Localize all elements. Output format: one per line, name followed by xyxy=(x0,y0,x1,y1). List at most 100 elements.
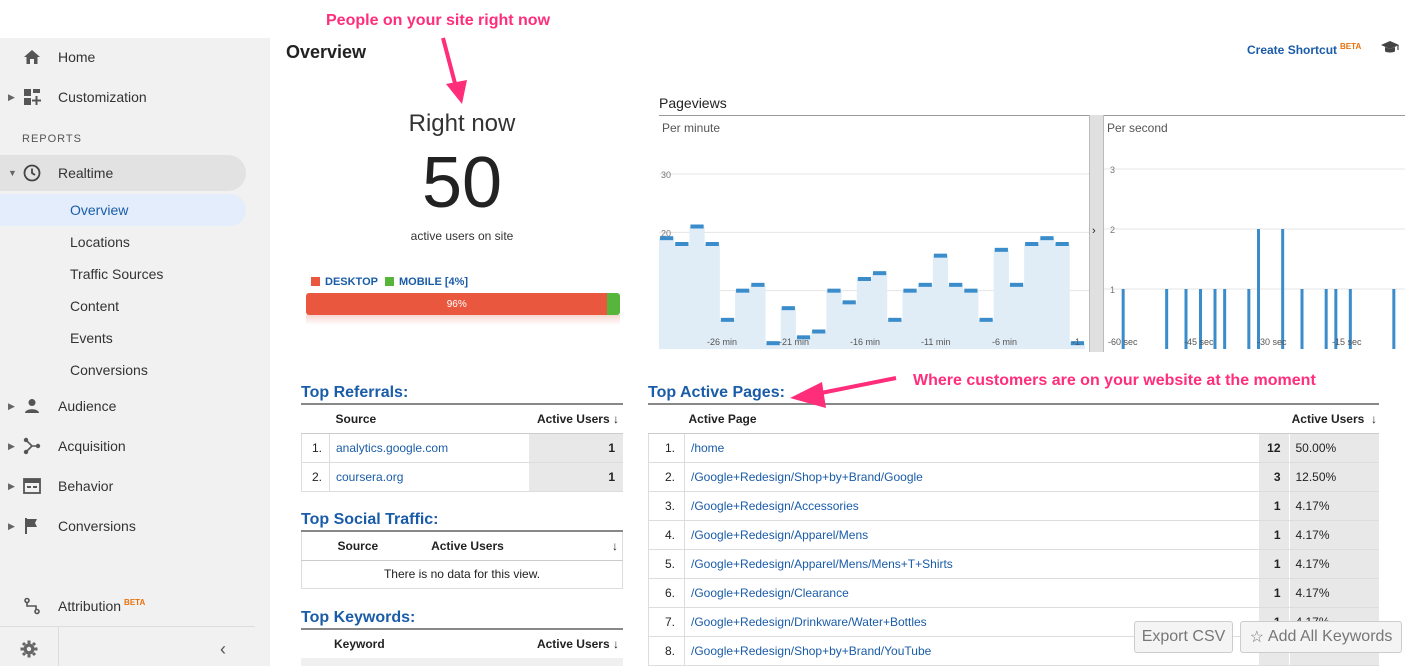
chart-splitter[interactable]: › xyxy=(1089,115,1104,352)
sidebar-subitem-overview[interactable]: Overview xyxy=(0,194,246,226)
sort-arrow-icon: ↓ xyxy=(1371,411,1377,426)
per-second-bar xyxy=(1247,289,1251,349)
create-shortcut-link[interactable]: Create Shortcut BETA xyxy=(1247,42,1361,57)
page-link[interactable]: /Google+Redesign/Apparel/Mens/Mens+T+Shi… xyxy=(684,549,1259,579)
dashboard-icon xyxy=(22,87,42,107)
table-header-row: Source Active Users ↓ xyxy=(301,532,623,561)
table-row: 4./Google+Redesign/Apparel/Mens 1 4.17% xyxy=(648,520,1379,550)
sidebar-item-conversions[interactable]: ▶ Conversions xyxy=(0,508,246,544)
column-active-users[interactable]: Active Users xyxy=(431,532,599,561)
sidebar-item-label: Acquisition xyxy=(58,438,126,454)
x-tick-label: -30 sec xyxy=(1257,337,1287,347)
legend-mobile: MOBILE [4%] xyxy=(385,276,468,288)
sidebar-subitem-content[interactable]: Content xyxy=(0,290,246,322)
sidebar-item-acquisition[interactable]: ▶ Acquisition xyxy=(0,428,246,464)
person-icon xyxy=(22,396,42,416)
clock-icon xyxy=(22,163,42,183)
page-link[interactable]: /Google+Redesign/Apparel/Mens xyxy=(684,520,1259,550)
header-num xyxy=(301,532,338,561)
row-number: 8. xyxy=(648,636,685,666)
chevron-right-icon: ▶ xyxy=(8,440,15,451)
page-link[interactable]: /home xyxy=(684,433,1259,463)
gear-icon[interactable] xyxy=(20,640,38,663)
column-active-users[interactable]: Active Users ↓ xyxy=(441,630,623,659)
table-row: 1. analytics.google.com 1 xyxy=(301,433,623,463)
active-users-percent: 4.17% xyxy=(1289,491,1379,521)
graduation-cap-icon[interactable] xyxy=(1380,40,1400,61)
desktop-swatch xyxy=(311,277,320,286)
x-tick-label: -15 sec xyxy=(1332,337,1362,347)
top-keywords-title: Top Keywords: xyxy=(301,609,416,626)
per-second-chart: Per second 3 2 1 -60 sec -45 sec -30 sec -15 s… xyxy=(1104,115,1405,352)
row-number: 2. xyxy=(301,462,330,492)
reports-heading: REPORTS xyxy=(22,133,82,145)
sidebar-subitem-traffic-sources[interactable]: Traffic Sources xyxy=(0,258,246,290)
page-link[interactable]: /Google+Redesign/Clearance xyxy=(684,578,1259,608)
empty-message: There is no data for this view. xyxy=(301,560,623,589)
desktop-share-fill: 96% xyxy=(306,293,608,315)
per-minute-svg: 302010-26 min-21 min-16 min-11 min-6 min… xyxy=(659,170,1089,349)
sidebar-subitem-label: Locations xyxy=(70,234,130,250)
x-tick-label: -21 min xyxy=(779,337,809,347)
attribution-icon xyxy=(22,596,42,616)
sort-arrow-icon[interactable]: ↓ xyxy=(598,532,623,561)
beta-badge: BETA xyxy=(1340,42,1362,51)
table-row: 1./home 12 50.00% xyxy=(648,433,1379,463)
collapse-chevron-icon[interactable]: ‹ xyxy=(220,639,226,660)
x-tick-label: -11 min xyxy=(921,337,950,347)
chevron-right-icon: ▶ xyxy=(8,480,15,491)
active-users-percent: 12.50% xyxy=(1289,462,1379,492)
table-row: 2. coursera.org 1 xyxy=(301,462,623,492)
sidebar-item-attribution[interactable]: Attribution BETA xyxy=(0,588,246,624)
top-referrals-title: Top Referrals: xyxy=(301,384,409,401)
per-minute-point xyxy=(933,253,948,258)
column-active-page[interactable]: Active Page xyxy=(684,405,1259,434)
sidebar-item-behavior[interactable]: ▶ Behavior xyxy=(0,468,246,504)
per-minute-point xyxy=(873,271,887,276)
sidebar-item-audience[interactable]: ▶ Audience xyxy=(0,388,246,424)
row-number: 7. xyxy=(648,607,685,637)
per-minute-point xyxy=(1009,282,1024,287)
right-now-title: Right now xyxy=(408,110,516,137)
column-keyword[interactable]: Keyword xyxy=(334,630,442,659)
table-row: 6./Google+Redesign/Clearance 1 4.17% xyxy=(648,578,1379,608)
active-users-value: 1 xyxy=(529,433,623,463)
sidebar: Home ▶ Customization REPORTS ▼ Realtime … xyxy=(0,38,270,666)
per-minute-point xyxy=(827,288,841,293)
top-keywords-table: Keyword Active Users ↓ xyxy=(301,630,623,659)
star-icon: ☆ xyxy=(1249,629,1264,646)
create-shortcut-label: Create Shortcut xyxy=(1247,43,1338,57)
source-link[interactable]: coursera.org xyxy=(329,462,529,492)
legend-mobile-label: MOBILE [4%] xyxy=(399,276,469,288)
column-source[interactable]: Source xyxy=(337,532,432,561)
mobile-swatch xyxy=(385,277,394,286)
sidebar-subitem-events[interactable]: Events xyxy=(0,322,246,354)
column-label: Active Users xyxy=(536,636,610,651)
sidebar-item-customization[interactable]: ▶ Customization xyxy=(0,79,246,115)
source-link[interactable]: analytics.google.com xyxy=(329,433,529,463)
sidebar-item-home[interactable]: Home xyxy=(0,39,246,75)
sidebar-subitem-locations[interactable]: Locations xyxy=(0,226,246,258)
column-source[interactable]: Source xyxy=(329,405,529,434)
page-link[interactable]: /Google+Redesign/Accessories xyxy=(684,491,1259,521)
header-num xyxy=(301,405,330,434)
per-minute-chart: Per minute 302010-26 min-21 min-16 min-1… xyxy=(659,115,1089,352)
sidebar-subitem-conversions[interactable]: Conversions xyxy=(0,354,246,386)
column-label: Active Users xyxy=(536,411,610,426)
add-all-keywords-button[interactable]: ☆ Add All Keywords xyxy=(1240,621,1402,653)
expand-arrow-icon[interactable]: › xyxy=(1092,225,1096,237)
per-minute-point xyxy=(736,288,750,293)
per-second-bar xyxy=(1165,289,1169,349)
column-active-users[interactable]: Active Users ↓ xyxy=(529,405,623,434)
column-active-users[interactable]: Active Users ↓ xyxy=(1259,405,1379,434)
divider xyxy=(58,627,59,666)
bar-reflection xyxy=(306,315,620,325)
row-number: 5. xyxy=(648,549,685,579)
export-csv-button[interactable]: Export CSV xyxy=(1134,621,1233,653)
sidebar-item-realtime[interactable]: ▼ Realtime xyxy=(0,155,246,191)
top-referrals-table: Source Active Users ↓ 1. analytics.googl… xyxy=(301,405,623,492)
page-link[interactable]: /Google+Redesign/Shop+by+Brand/Google xyxy=(684,462,1259,492)
table-row: There is no data for this view. xyxy=(301,560,623,589)
active-users-value: 3 xyxy=(1259,462,1290,492)
column-label: Active Users xyxy=(1291,411,1365,426)
